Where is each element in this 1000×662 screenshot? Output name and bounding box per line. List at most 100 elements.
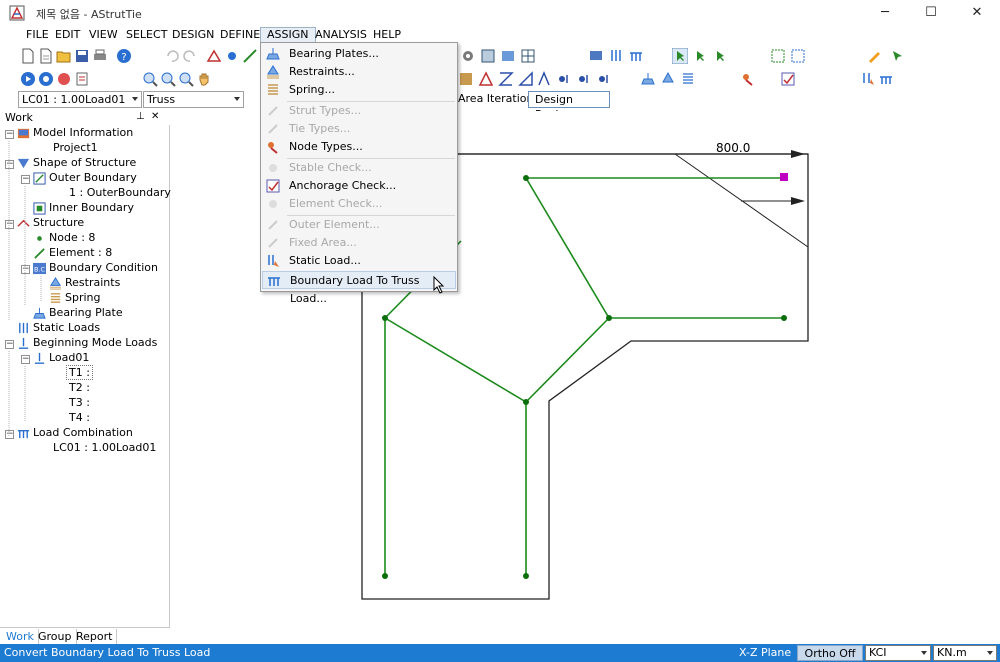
- tree-item-outer-boundary-1[interactable]: 1 : OuterBoundary1: [69, 185, 178, 200]
- tree-item-project[interactable]: Project1: [53, 140, 98, 155]
- values-display-icon[interactable]: [596, 71, 612, 87]
- tree-item-t3[interactable]: T3 :: [69, 395, 90, 410]
- pencil-icon[interactable]: [866, 48, 882, 64]
- combination-display-icon[interactable]: [628, 48, 644, 64]
- unit-combo[interactable]: KN.m: [933, 645, 997, 661]
- truss-node[interactable]: [523, 399, 529, 405]
- truss-element[interactable]: [525, 317, 610, 403]
- save-icon[interactable]: [74, 48, 90, 64]
- tree-item-restraints[interactable]: Restraints: [49, 275, 120, 290]
- truss-node[interactable]: [382, 315, 388, 321]
- cursor-tool-icon[interactable]: [890, 48, 906, 64]
- menu-analysis[interactable]: ANALYSIS: [309, 27, 373, 43]
- tree-toggle-load-combination[interactable]: −: [5, 430, 14, 439]
- menu-item-bearing-plates[interactable]: Bearing Plates...: [262, 45, 456, 63]
- maximize-button[interactable]: ☐: [908, 0, 954, 26]
- run-analysis-icon[interactable]: [20, 71, 36, 87]
- select-pointer-icon[interactable]: [672, 48, 688, 64]
- zoom-fit-icon[interactable]: [178, 71, 194, 87]
- select-cross-icon[interactable]: [790, 48, 806, 64]
- menu-help[interactable]: HELP: [367, 27, 407, 43]
- menu-assign[interactable]: ASSIGN: [260, 27, 316, 43]
- print-icon[interactable]: [92, 48, 108, 64]
- snap-perp-icon[interactable]: [536, 71, 552, 87]
- tree-toggle-outer-boundary[interactable]: −: [21, 175, 30, 184]
- tree-item-element[interactable]: Element : 8: [33, 245, 112, 260]
- element-numbers-icon[interactable]: [576, 71, 592, 87]
- draw-node-icon[interactable]: [224, 48, 240, 64]
- menu-edit[interactable]: EDIT: [49, 27, 86, 43]
- analysis-settings-icon[interactable]: [38, 71, 54, 87]
- truss-node[interactable]: [382, 573, 388, 579]
- view-icon[interactable]: [500, 48, 516, 64]
- new-file-icon[interactable]: [20, 48, 36, 64]
- bearing-display-icon[interactable]: [640, 71, 656, 87]
- select-node-icon[interactable]: [692, 48, 708, 64]
- tree-toggle-boundary-condition[interactable]: −: [21, 265, 30, 274]
- design-review-button[interactable]: Design Review: [528, 91, 610, 121]
- report-icon[interactable]: [74, 71, 90, 87]
- display-icon[interactable]: [588, 48, 604, 64]
- tree-item-boundary-condition[interactable]: B.C Boundary Condition: [33, 260, 158, 275]
- tree-item-t2[interactable]: T2 :: [69, 380, 90, 395]
- tree-item-lc01[interactable]: LC01 : 1.00Load01: [53, 440, 156, 455]
- view-3d-icon[interactable]: [458, 71, 474, 87]
- menu-view[interactable]: VIEW: [83, 27, 124, 43]
- tree-toggle-beginning-mode[interactable]: −: [5, 340, 14, 349]
- model-type-combo[interactable]: Truss: [143, 91, 244, 108]
- design-code-combo[interactable]: KCI: [865, 645, 931, 661]
- mesh-icon[interactable]: [520, 48, 536, 64]
- truss-node[interactable]: [781, 315, 787, 321]
- open-folder-icon[interactable]: [56, 48, 72, 64]
- tree-item-load-combination[interactable]: Load Combination: [17, 425, 133, 440]
- tree-item-bearing-plate[interactable]: Bearing Plate: [33, 305, 123, 320]
- tree-item-beginning-mode-loads[interactable]: Beginning Mode Loads: [17, 335, 157, 350]
- tab-group[interactable]: Group: [34, 629, 77, 644]
- tree-toggle-load01[interactable]: −: [21, 355, 30, 364]
- truss-element[interactable]: [525, 177, 610, 319]
- zoom-in-icon[interactable]: [142, 71, 158, 87]
- node-numbers-icon[interactable]: [556, 71, 572, 87]
- tree-item-static-loads[interactable]: Static Loads: [17, 320, 100, 335]
- close-panel-icon[interactable]: ✕: [151, 111, 159, 122]
- tree-item-inner-boundary[interactable]: Inner Boundary: [33, 200, 134, 215]
- tree-item-structure[interactable]: Structure: [17, 215, 84, 230]
- pan-hand-icon[interactable]: [196, 71, 212, 87]
- loads-display-icon[interactable]: [608, 48, 624, 64]
- menu-item-static-load[interactable]: Static Load...: [262, 252, 456, 270]
- menu-define[interactable]: DEFINE: [214, 27, 266, 43]
- select-element-icon[interactable]: [712, 48, 728, 64]
- tree-toggle-structure[interactable]: −: [5, 220, 14, 229]
- zoom-out-icon[interactable]: [160, 71, 176, 87]
- new-template-icon[interactable]: [38, 48, 54, 64]
- tree-item-model-information[interactable]: Model Information: [17, 125, 133, 140]
- menu-item-node-types[interactable]: Node Types...: [262, 138, 456, 156]
- grid-icon[interactable]: [480, 48, 496, 64]
- tree-item-outer-boundary[interactable]: Outer Boundary: [33, 170, 137, 185]
- truss-node[interactable]: [523, 175, 529, 181]
- tree-item-spring[interactable]: Spring: [49, 290, 101, 305]
- spring-display-icon[interactable]: [680, 71, 696, 87]
- close-window-button[interactable]: ✕: [954, 0, 1000, 26]
- tab-report[interactable]: Report: [72, 629, 118, 644]
- truss-node[interactable]: [606, 315, 612, 321]
- tree-item-t1[interactable]: T1 :: [66, 365, 93, 380]
- minimize-button[interactable]: ─: [862, 0, 908, 26]
- tree-item-load01[interactable]: Load01: [33, 350, 89, 365]
- snap-element-icon[interactable]: [498, 71, 514, 87]
- menu-item-spring[interactable]: Spring...: [262, 81, 456, 99]
- tree-item-shape-of-structure[interactable]: Shape of Structure: [17, 155, 136, 170]
- ortho-toggle[interactable]: Ortho Off: [797, 645, 863, 661]
- help-icon[interactable]: ?: [116, 48, 132, 64]
- truss-node[interactable]: [523, 573, 529, 579]
- menu-item-boundary-load-to-truss-load[interactable]: Boundary Load To Truss Load...: [262, 271, 456, 305]
- menu-item-restraints[interactable]: Restraints...: [262, 63, 456, 81]
- restraint-display-icon[interactable]: [660, 71, 676, 87]
- optimize-icon[interactable]: [56, 71, 72, 87]
- draw-element-icon[interactable]: [242, 48, 258, 64]
- draw-truss-icon[interactable]: [206, 48, 222, 64]
- snap-node-icon[interactable]: [478, 71, 494, 87]
- pin-icon[interactable]: ⊥: [136, 111, 145, 122]
- load-case-combo[interactable]: LC01 : 1.00Load01: [18, 91, 142, 108]
- node-type-display-icon[interactable]: [740, 71, 756, 87]
